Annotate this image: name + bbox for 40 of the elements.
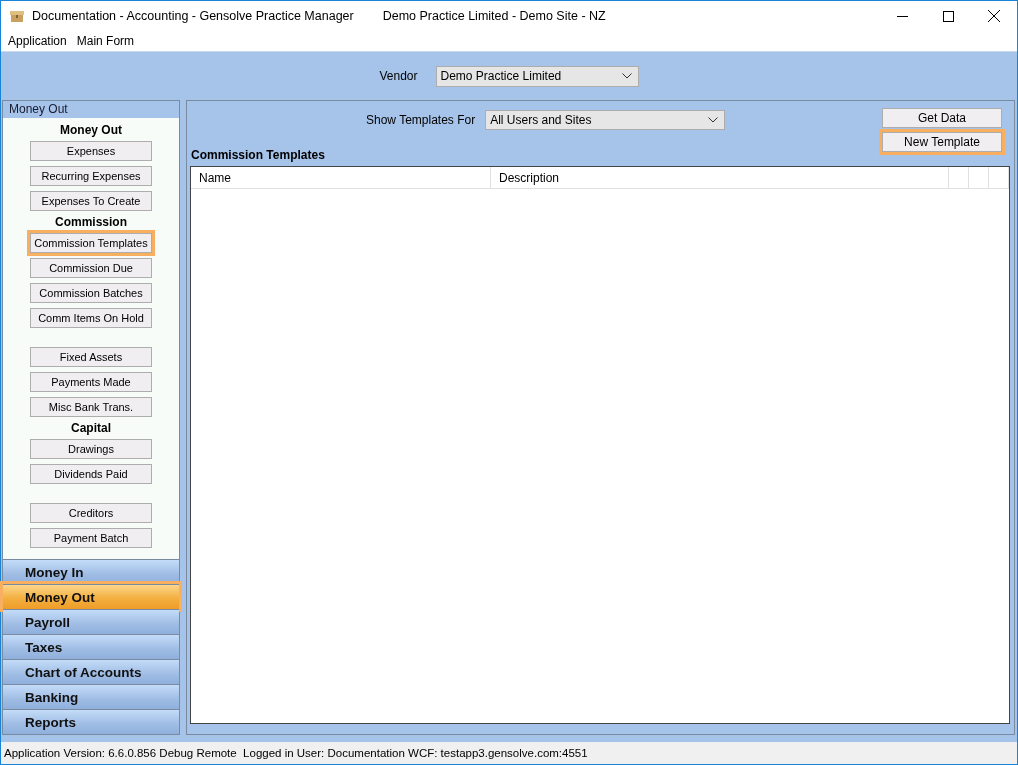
sidebar-button[interactable]: Commission Batches — [30, 283, 152, 303]
sidebar-button[interactable]: Drawings — [30, 439, 152, 459]
filter-label: Show Templates For — [366, 112, 476, 129]
column-header[interactable]: Name — [191, 167, 491, 188]
table-title: Commission Templates — [191, 147, 326, 164]
sidebar-button[interactable]: Expenses — [30, 141, 152, 161]
status-bar: Application Version: 6.6.0.856 Debug Remote Logged in User: Documentation WCF: testapp3.gensolve.com:4551 — [1, 742, 1017, 764]
group-heading: Money Out — [60, 122, 122, 139]
window-title: Documentation - Accounting - Gensolve Practice Manager — [32, 7, 354, 25]
sidebar-button[interactable]: Fixed Assets — [30, 347, 152, 367]
sidebar-button[interactable]: Dividends Paid — [30, 464, 152, 484]
sidebar-button[interactable]: Creditors — [30, 503, 152, 523]
section-tab[interactable]: Chart of Accounts — [3, 659, 179, 684]
sidebar-button[interactable]: Payments Made — [30, 372, 152, 392]
sidebar-button[interactable]: Payment Batch — [30, 528, 152, 548]
sidebar-button[interactable]: Expenses To Create — [30, 191, 152, 211]
section-tab[interactable]: Money Out — [3, 584, 179, 609]
action-button[interactable]: Get Data — [882, 108, 1002, 128]
section-tab[interactable]: Reports — [3, 709, 179, 734]
section-tab[interactable]: Banking — [3, 684, 179, 709]
chevron-icon — [621, 73, 632, 79]
column-header[interactable]: Description — [491, 167, 949, 188]
section-tab[interactable]: Taxes — [3, 634, 179, 659]
sidebar-button[interactable]: Recurring Expenses — [30, 166, 152, 186]
vendor-label: Vendor — [379, 68, 418, 85]
sidebar-button[interactable]: Commission Due — [30, 258, 152, 278]
action-button[interactable]: New Template — [882, 132, 1002, 152]
section-tab[interactable]: Payroll — [3, 609, 179, 634]
sidebar-button[interactable]: Commission Templates — [30, 233, 152, 253]
window-subtitle: Demo Practice Limited - Demo Site - NZ — [382, 7, 606, 25]
menu-item[interactable]: Main Form — [73, 32, 142, 50]
filter-dropdown[interactable]: All Users and Sites — [485, 110, 726, 130]
chevron-icon — [708, 117, 719, 123]
app-icon — [10, 9, 24, 23]
group-heading: Commission — [55, 214, 127, 231]
vendor-dropdown[interactable]: Demo Practice Limited — [435, 65, 639, 87]
sidebar-button[interactable]: Misc Bank Trans. — [30, 397, 152, 417]
sidebar-button[interactable]: Comm Items On Hold — [30, 308, 152, 328]
menu-item[interactable]: Application — [5, 32, 74, 50]
group-heading: Capital — [71, 420, 111, 437]
